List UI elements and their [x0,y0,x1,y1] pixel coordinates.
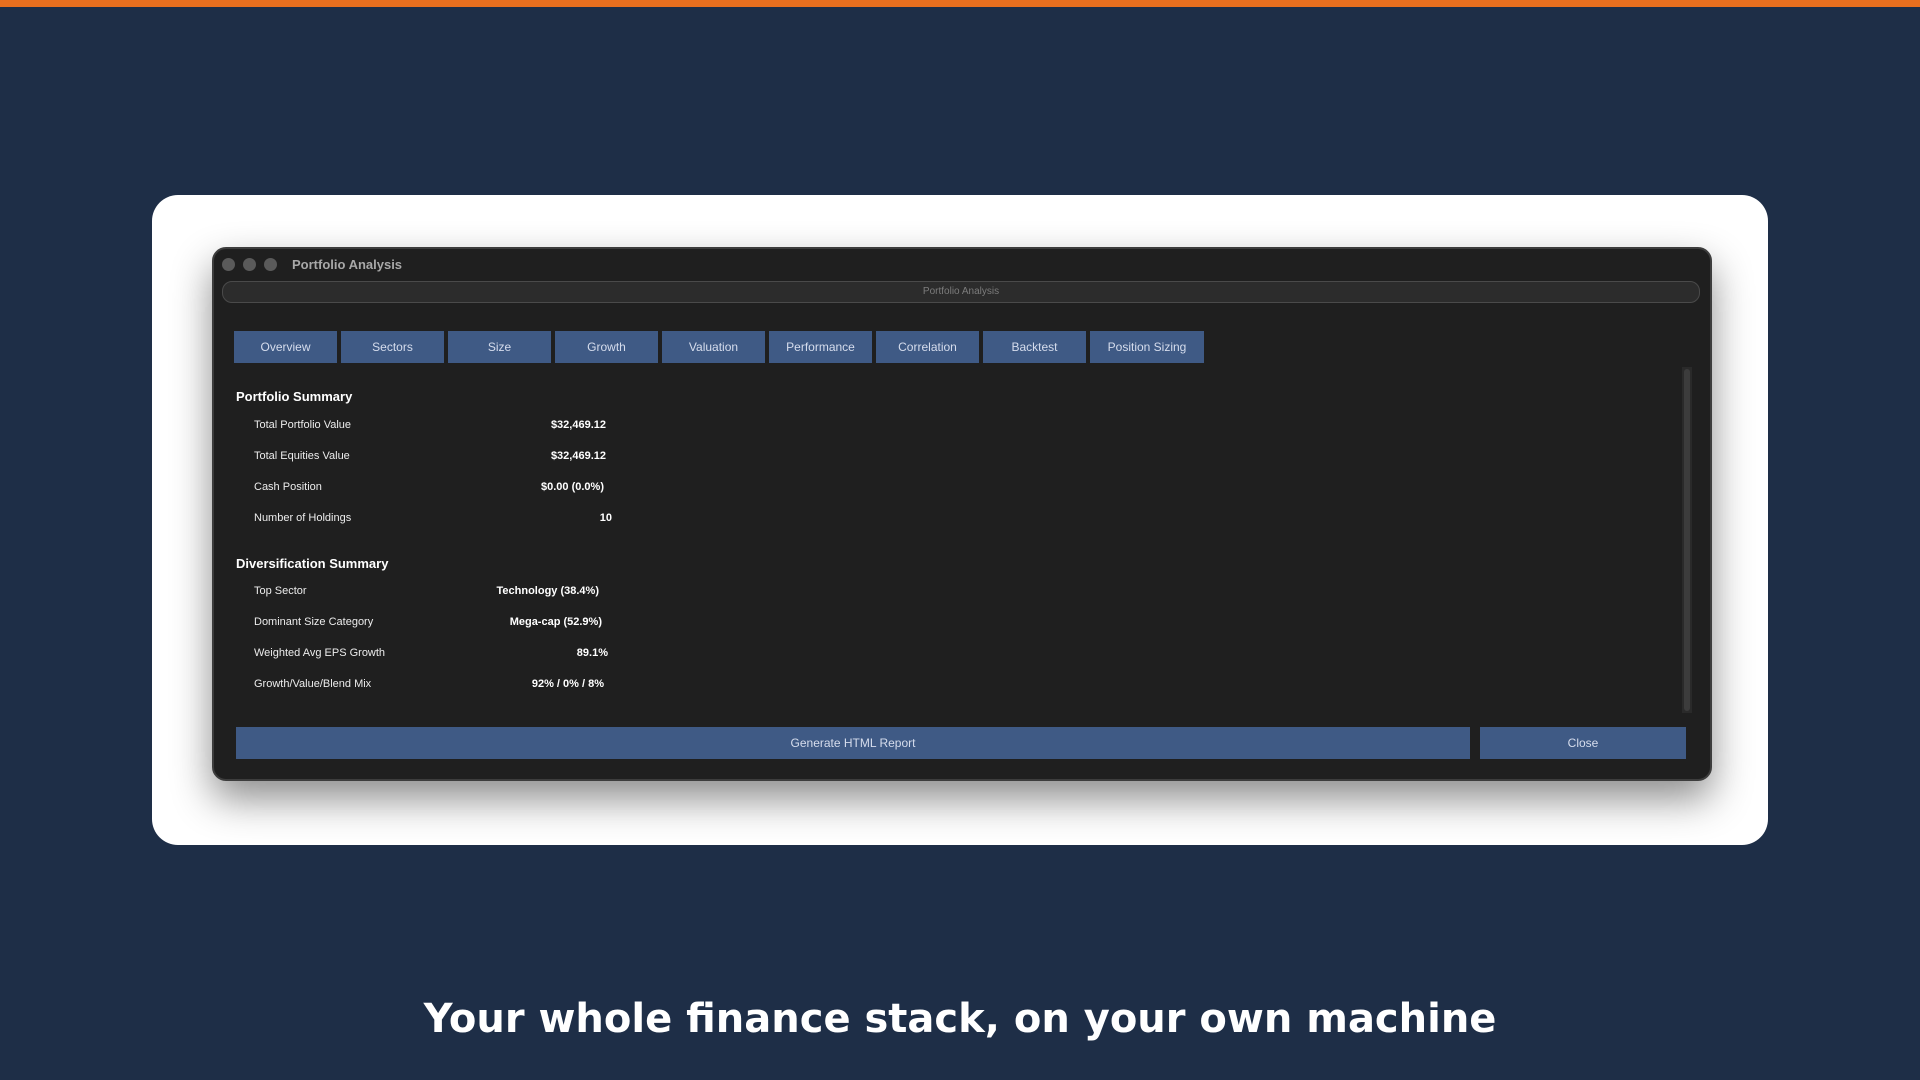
window-header: Portfolio Analysis [222,281,1700,303]
title-bar: Portfolio Analysis [214,249,1710,277]
tab-performance[interactable]: Performance [769,331,872,363]
tab-position-sizing[interactable]: Position Sizing [1090,331,1204,363]
growth-value-blend-mix-label: Growth/Value/Blend Mix [254,678,372,690]
dominant-size-category-value: Mega-cap (52.9%) [509,616,602,628]
screenshot-card: Portfolio Analysis Portfolio Analysis Ov… [152,195,1768,845]
total-portfolio-value: $32,469.12 [550,419,606,431]
top-sector-value: Technology (38.4%) [496,585,599,597]
tab-backtest[interactable]: Backtest [983,331,1086,363]
maximize-window-icon[interactable] [264,258,277,271]
generate-html-report-button[interactable]: Generate HTML Report [236,727,1470,759]
close-window-icon[interactable] [222,258,235,271]
tab-sectors[interactable]: Sectors [341,331,444,363]
weighted-avg-eps-growth-value: 89.1% [576,647,608,659]
tab-growth[interactable]: Growth [555,331,658,363]
weighted-avg-eps-growth-label: Weighted Avg EPS Growth [254,647,386,659]
cash-position-label: Cash Position [254,481,322,493]
scrollbar-thumb[interactable] [1684,369,1690,711]
tab-correlation[interactable]: Correlation [876,331,979,363]
accent-stripe [0,0,1920,7]
tab-bar: Overview Sectors Size Growth Valuation P… [234,331,1204,363]
cash-position-value: $0.00 (0.0%) [541,481,604,493]
minimize-window-icon[interactable] [243,258,256,271]
app-window: Portfolio Analysis Portfolio Analysis Ov… [212,247,1712,781]
number-of-holdings-label: Number of Holdings [254,512,352,524]
dominant-size-category-label: Dominant Size Category [254,616,374,628]
overview-panel: Portfolio Summary Total Portfolio Value … [214,367,1710,725]
growth-value-blend-mix-value: 92% / 0% / 8% [531,678,604,690]
tagline: Your whole finance stack, on your own ma… [423,996,1497,1042]
vertical-scrollbar[interactable] [1682,367,1692,713]
diversification-summary-title: Diversification Summary [236,556,389,571]
portfolio-summary-title: Portfolio Summary [236,389,353,404]
close-button[interactable]: Close [1480,727,1686,759]
number-of-holdings-value: 10 [599,512,612,524]
window-title: Portfolio Analysis [292,257,403,272]
tab-overview[interactable]: Overview [234,331,337,363]
total-equities-value-label: Total Equities Value [254,450,350,462]
top-sector-label: Top Sector [254,585,307,597]
total-equities-value: $32,469.12 [550,450,606,462]
total-portfolio-value-label: Total Portfolio Value [254,419,352,431]
tab-size[interactable]: Size [448,331,551,363]
tab-valuation[interactable]: Valuation [662,331,765,363]
